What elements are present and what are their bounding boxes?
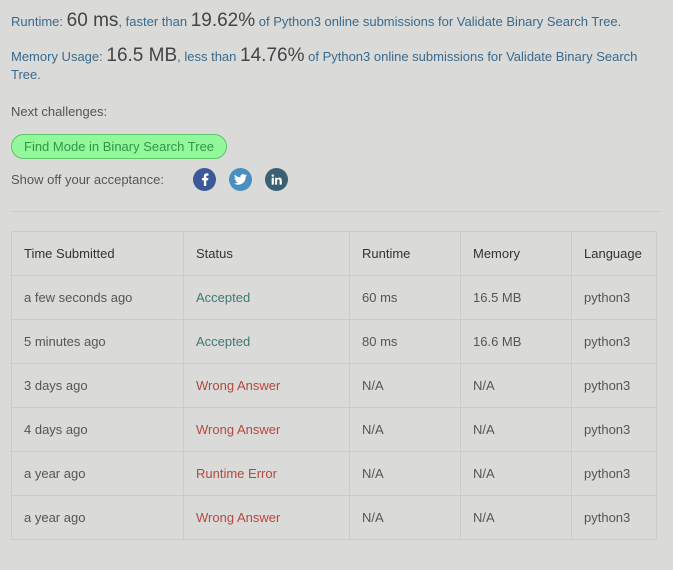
- cell-memory: N/A: [460, 451, 572, 496]
- table-header-row: Time Submitted Status Runtime Memory Lan…: [11, 231, 657, 276]
- memory-label: Memory Usage:: [11, 49, 103, 64]
- cell-language: python3: [571, 275, 657, 320]
- header-time-submitted[interactable]: Time Submitted: [11, 231, 184, 276]
- cell-runtime: N/A: [349, 451, 461, 496]
- facebook-icon[interactable]: [193, 168, 216, 191]
- table-row: 4 days ago Wrong Answer N/A N/A python3: [11, 407, 657, 452]
- cell-language: python3: [571, 495, 657, 540]
- memory-suffix: of Python3 online submissions for Valida…: [11, 49, 638, 82]
- runtime-suffix: of Python3 online submissions for Valida…: [258, 14, 622, 29]
- cell-runtime: 60 ms: [349, 275, 461, 320]
- cell-time-submitted: a year ago: [11, 451, 184, 496]
- cell-runtime: N/A: [349, 407, 461, 452]
- cell-memory: 16.6 MB: [460, 319, 572, 364]
- table-row: a few seconds ago Accepted 60 ms 16.5 MB…: [11, 275, 657, 320]
- cell-status[interactable]: Wrong Answer: [183, 495, 350, 540]
- cell-status[interactable]: Wrong Answer: [183, 407, 350, 452]
- memory-less-text: , less than: [177, 49, 237, 64]
- memory-percent: 14.76%: [240, 45, 305, 66]
- cell-language: python3: [571, 363, 657, 408]
- header-memory[interactable]: Memory: [460, 231, 572, 276]
- cell-language: python3: [571, 407, 657, 452]
- cell-runtime: N/A: [349, 363, 461, 408]
- table-row: 3 days ago Wrong Answer N/A N/A python3: [11, 363, 657, 408]
- memory-value: 16.5 MB: [106, 45, 178, 66]
- cell-runtime: N/A: [349, 495, 461, 540]
- table-row: a year ago Wrong Answer N/A N/A python3: [11, 495, 657, 540]
- submissions-table: Time Submitted Status Runtime Memory Lan…: [11, 231, 657, 540]
- table-row: a year ago Runtime Error N/A N/A python3: [11, 451, 657, 496]
- twitter-icon[interactable]: [229, 168, 252, 191]
- cell-runtime: 80 ms: [349, 319, 461, 364]
- cell-time-submitted: 4 days ago: [11, 407, 184, 452]
- runtime-label: Runtime:: [11, 14, 64, 29]
- cell-memory: N/A: [460, 363, 572, 408]
- cell-time-submitted: a year ago: [11, 495, 184, 540]
- cell-time-submitted: 5 minutes ago: [11, 319, 184, 364]
- runtime-faster-text: , faster than: [118, 14, 188, 29]
- runtime-result: Runtime: 60 ms, faster than 19.62% of Py…: [11, 0, 662, 31]
- runtime-percent: 19.62%: [190, 10, 256, 31]
- cell-status[interactable]: Runtime Error: [183, 451, 350, 496]
- cell-memory: N/A: [460, 495, 572, 540]
- submission-result-panel: Runtime: 60 ms, faster than 19.62% of Py…: [0, 0, 673, 540]
- cell-time-submitted: 3 days ago: [11, 363, 184, 408]
- share-label: Show off your acceptance:: [11, 172, 164, 187]
- cell-language: python3: [571, 319, 657, 364]
- share-row: Show off your acceptance:: [11, 168, 662, 191]
- header-runtime[interactable]: Runtime: [349, 231, 461, 276]
- cell-time-submitted: a few seconds ago: [11, 275, 184, 320]
- cell-status[interactable]: Wrong Answer: [183, 363, 350, 408]
- section-divider: [11, 211, 662, 212]
- cell-memory: 16.5 MB: [460, 275, 572, 320]
- cell-language: python3: [571, 451, 657, 496]
- linkedin-icon[interactable]: [265, 168, 288, 191]
- header-status[interactable]: Status: [183, 231, 350, 276]
- cell-status[interactable]: Accepted: [183, 275, 350, 320]
- header-language[interactable]: Language: [571, 231, 657, 276]
- cell-status[interactable]: Accepted: [183, 319, 350, 364]
- table-row: 5 minutes ago Accepted 80 ms 16.6 MB pyt…: [11, 319, 657, 364]
- next-challenges-label: Next challenges:: [11, 104, 108, 119]
- next-challenge-link[interactable]: Find Mode in Binary Search Tree: [11, 134, 228, 159]
- memory-result: Memory Usage: 16.5 MB, less than 14.76% …: [11, 45, 662, 84]
- runtime-value: 60 ms: [66, 10, 119, 31]
- cell-memory: N/A: [460, 407, 572, 452]
